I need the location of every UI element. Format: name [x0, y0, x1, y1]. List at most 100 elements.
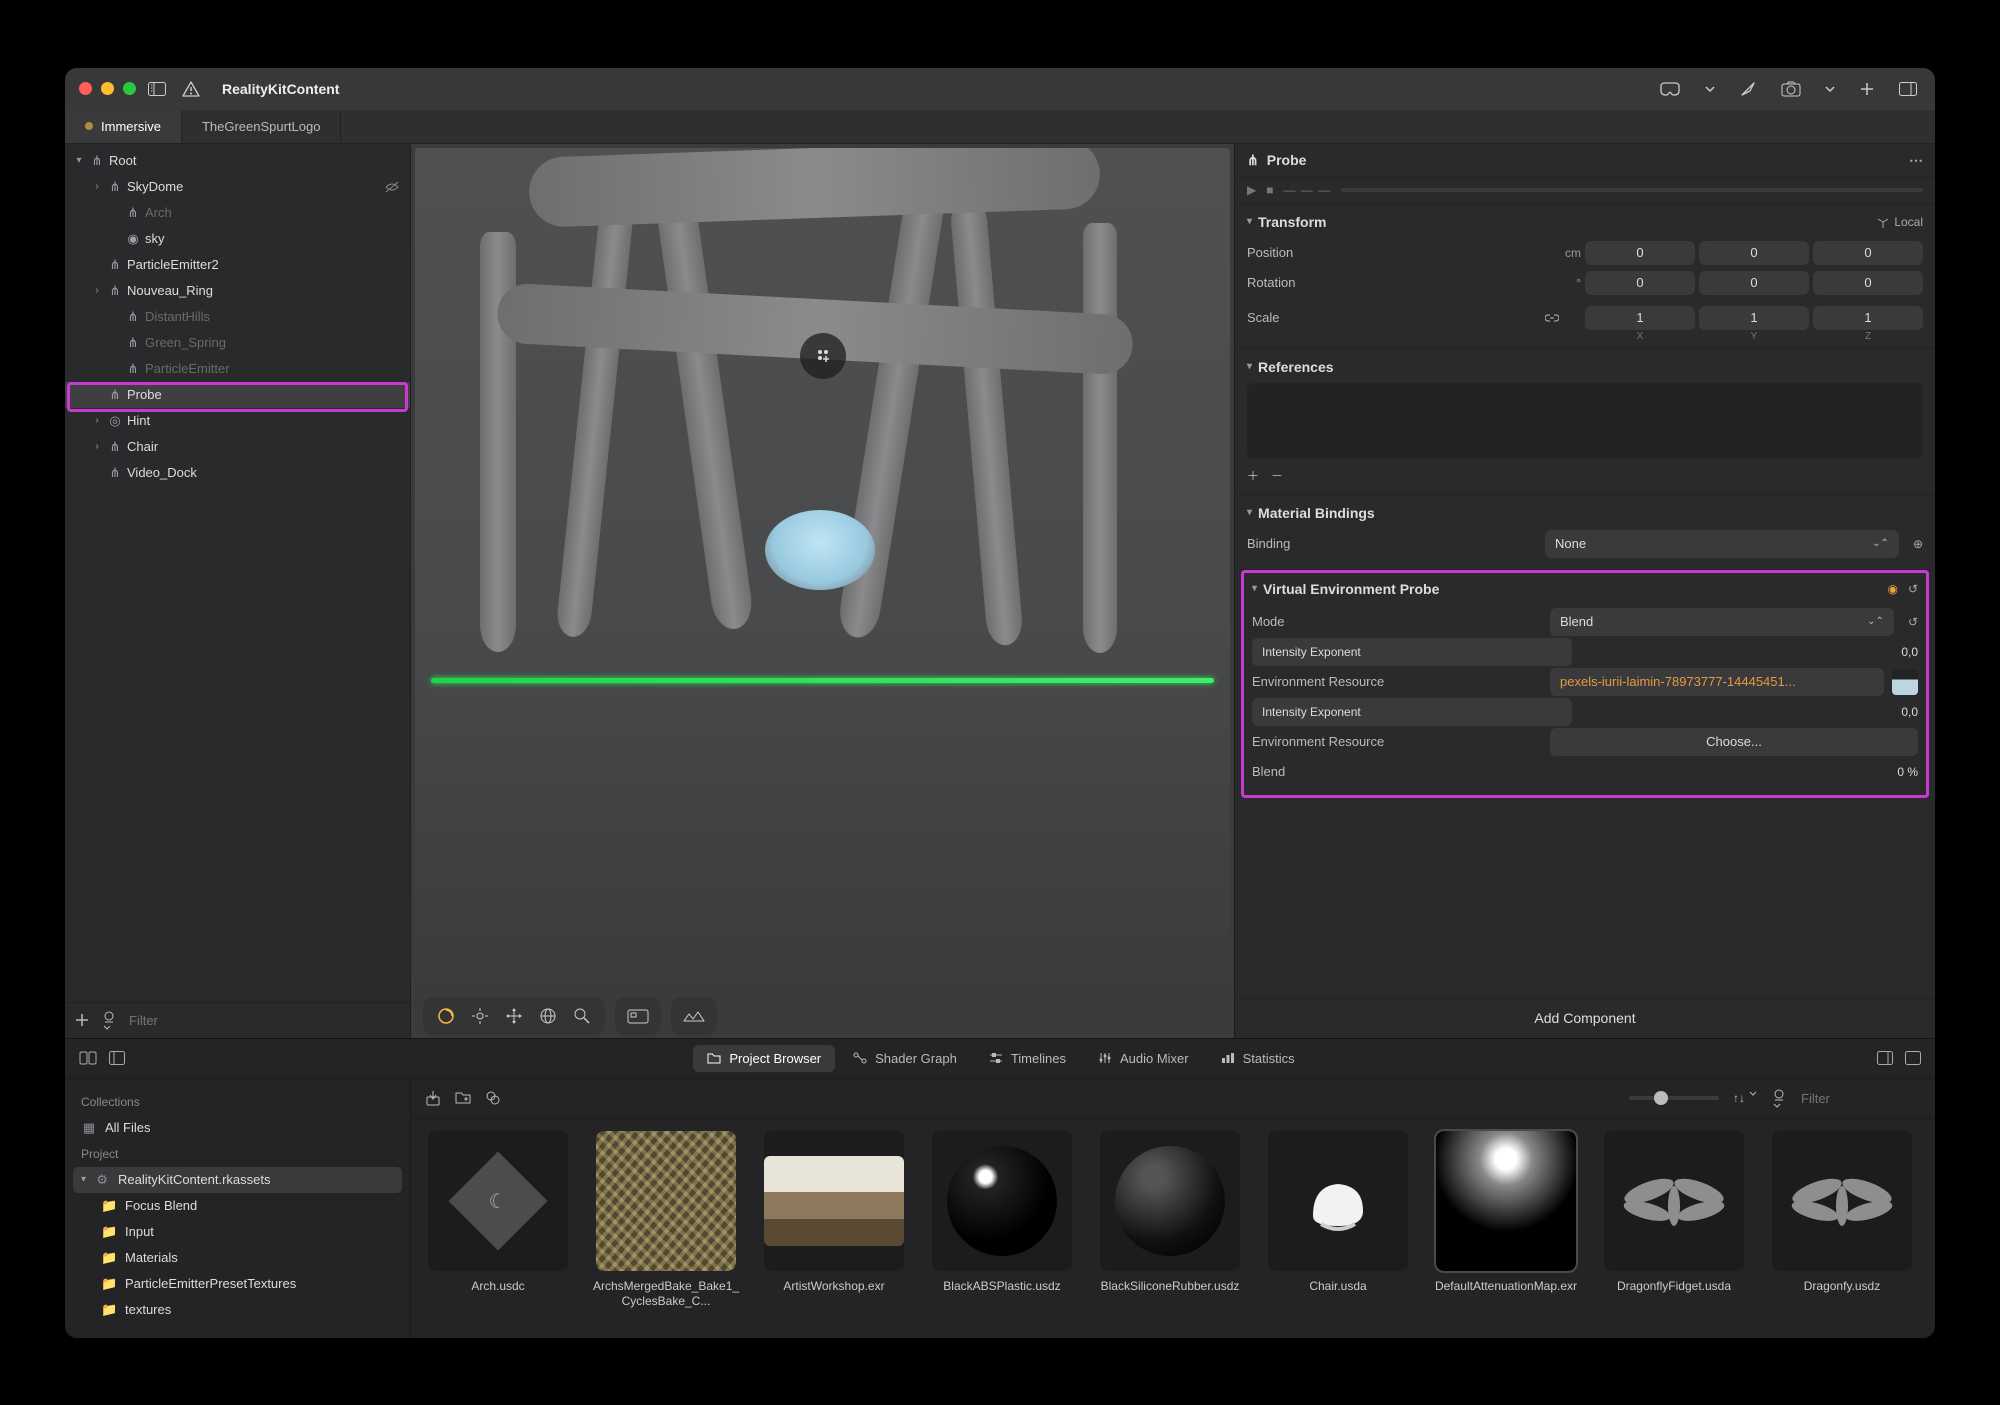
add-component-button[interactable]: Add Component	[1235, 998, 1935, 1038]
asset-item[interactable]: ArtistWorkshop.exr	[759, 1131, 909, 1326]
focus-tool-button[interactable]	[467, 1003, 493, 1029]
sort-button[interactable]: ↑↓	[1733, 1091, 1757, 1105]
folder-item[interactable]: 📁Materials	[73, 1245, 402, 1271]
environment-resource-1-thumbnail[interactable]	[1892, 669, 1918, 695]
viewport-3d[interactable]	[415, 148, 1230, 990]
hierarchy-root[interactable]: ▾⋔Root	[65, 148, 410, 174]
camera-icon[interactable]	[1777, 77, 1805, 101]
asset-thumbnail[interactable]	[596, 1131, 736, 1271]
select-tool-button[interactable]	[433, 1003, 459, 1029]
folder-item[interactable]: 📁Focus Blend	[73, 1193, 402, 1219]
link-icon[interactable]	[1545, 311, 1581, 325]
all-files-item[interactable]: ▦All Files	[73, 1115, 402, 1141]
headset-icon[interactable]	[1655, 78, 1685, 100]
hierarchy-item[interactable]: ⋔ParticleEmitter2	[65, 252, 410, 278]
environment-button[interactable]	[681, 1003, 707, 1029]
dropdown-options-icon[interactable]: ⊕	[1913, 537, 1923, 551]
asset-thumbnail[interactable]	[932, 1131, 1072, 1271]
intensity-exponent-1-value[interactable]: 0,0	[1872, 645, 1918, 659]
asset-thumbnail[interactable]	[764, 1131, 904, 1271]
hidden-icon[interactable]	[384, 180, 400, 194]
disclosure-icon[interactable]: ▾	[1247, 361, 1252, 372]
stop-button[interactable]: ■	[1266, 183, 1273, 197]
vep-mode-select[interactable]: Blend⌄⌃	[1550, 608, 1894, 636]
scene-hierarchy-tree[interactable]: ▾⋔Root ›⋔SkyDome ⋔Arch ◉sky ⋔ParticleEmi…	[65, 144, 410, 1002]
tab-greenspurt[interactable]: TheGreenSpurtLogo	[182, 110, 342, 143]
timeline-track[interactable]	[1341, 188, 1923, 192]
hierarchy-item[interactable]: ◉sky	[65, 226, 410, 252]
close-window-button[interactable]	[79, 82, 92, 95]
hierarchy-item[interactable]: ⋔Arch	[65, 200, 410, 226]
asset-item[interactable]: Dragonfy.usdz	[1767, 1131, 1917, 1326]
sidebar-toggle-button[interactable]	[144, 78, 170, 100]
binding-select[interactable]: None⌄⌃	[1545, 530, 1899, 558]
blend-value[interactable]: 0 %	[1872, 765, 1918, 779]
play-button[interactable]: ▶	[1247, 183, 1256, 197]
asset-grid[interactable]: ☾Arch.usdcArchsMergedBake_Bake1_CyclesBa…	[411, 1119, 1935, 1338]
hierarchy-item-probe[interactable]: ⋔Probe	[65, 382, 410, 408]
environment-resource-2-choose-button[interactable]: Choose...	[1550, 728, 1918, 756]
thumbnail-size-slider[interactable]	[1629, 1096, 1719, 1100]
disclosure-icon[interactable]: ▾	[1252, 583, 1257, 594]
chevron-down-icon[interactable]	[1701, 82, 1719, 96]
asset-thumbnail[interactable]	[1772, 1131, 1912, 1271]
asset-thumbnail[interactable]	[1268, 1131, 1408, 1271]
disclosure-icon[interactable]: ▾	[1247, 216, 1252, 227]
hierarchy-item[interactable]: ›⋔Nouveau_Ring	[65, 278, 410, 304]
intensity-exponent-1-slider[interactable]: Intensity Exponent	[1252, 638, 1572, 666]
add-reference-button[interactable]: ＋	[1247, 467, 1259, 484]
intensity-exponent-2-slider[interactable]: Intensity Exponent	[1252, 698, 1572, 726]
panel-layout-icon[interactable]	[105, 1047, 129, 1069]
add-button[interactable]	[1855, 77, 1879, 101]
asset-item[interactable]: DefaultAttenuationMap.exr	[1431, 1131, 1581, 1326]
asset-item[interactable]: ☾Arch.usdc	[423, 1131, 573, 1326]
collapse-left-icon[interactable]	[75, 1047, 101, 1069]
hierarchy-item[interactable]: ›⋔SkyDome	[65, 174, 410, 200]
asset-filter-input[interactable]	[1801, 1091, 1921, 1106]
new-folder-button[interactable]	[455, 1091, 471, 1105]
zoom-tool-button[interactable]	[569, 1003, 595, 1029]
filter-options-button[interactable]	[101, 1011, 117, 1030]
rotation-x-input[interactable]: 0	[1585, 271, 1695, 295]
move-tool-button[interactable]	[501, 1003, 527, 1029]
tab-shader-graph[interactable]: Shader Graph	[839, 1045, 971, 1072]
asset-thumbnail[interactable]	[1100, 1131, 1240, 1271]
hierarchy-item[interactable]: ⋔DistantHills	[65, 304, 410, 330]
hierarchy-item[interactable]: ›⋔Chair	[65, 434, 410, 460]
more-button[interactable]: ⋯	[1909, 152, 1923, 169]
references-list[interactable]	[1247, 383, 1923, 459]
disclosure-icon[interactable]: ▾	[1247, 507, 1252, 518]
asset-thumbnail[interactable]	[1604, 1131, 1744, 1271]
modified-indicator-icon[interactable]: ◉	[1887, 582, 1897, 596]
tab-immersive[interactable]: Immersive	[65, 110, 182, 143]
environment-resource-1-select[interactable]: pexels-iurii-laimin-78973777-14445451...	[1550, 668, 1884, 696]
asset-item[interactable]: BlackSiliconeRubber.usdz	[1095, 1131, 1245, 1326]
asset-item[interactable]: Chair.usda	[1263, 1131, 1413, 1326]
hierarchy-item[interactable]: ⋔Video_Dock	[65, 460, 410, 486]
viewport-add-button[interactable]	[800, 333, 846, 379]
tab-timelines[interactable]: Timelines	[975, 1045, 1080, 1072]
position-y-input[interactable]: 0	[1699, 241, 1809, 265]
minimize-window-button[interactable]	[101, 82, 114, 95]
coordinate-space-button[interactable]: Local	[1876, 215, 1923, 229]
import-button[interactable]	[425, 1090, 441, 1106]
hierarchy-item[interactable]: ⋔ParticleEmitter	[65, 356, 410, 382]
position-z-input[interactable]: 0	[1813, 241, 1923, 265]
globe-tool-button[interactable]	[535, 1003, 561, 1029]
asset-thumbnail[interactable]	[1436, 1131, 1576, 1271]
inspector-toggle-button[interactable]	[1895, 78, 1921, 100]
tab-project-browser[interactable]: Project Browser	[693, 1045, 835, 1072]
rotation-y-input[interactable]: 0	[1699, 271, 1809, 295]
asset-item[interactable]: BlackABSPlastic.usdz	[927, 1131, 1077, 1326]
add-entity-button[interactable]	[75, 1013, 89, 1027]
remove-reference-button[interactable]: －	[1271, 467, 1283, 484]
panel-layout-right-icon[interactable]	[1873, 1047, 1897, 1069]
snapshot-button[interactable]	[625, 1003, 651, 1029]
reset-field-button[interactable]: ↺	[1908, 615, 1918, 629]
intensity-exponent-2-value[interactable]: 0,0	[1872, 705, 1918, 719]
panel-expand-icon[interactable]	[1901, 1047, 1925, 1069]
hierarchy-filter-input[interactable]	[129, 1013, 400, 1028]
asset-item[interactable]: DragonflyFidget.usda	[1599, 1131, 1749, 1326]
position-x-input[interactable]: 0	[1585, 241, 1695, 265]
project-root-item[interactable]: ▾⚙RealityKitContent.rkassets	[73, 1167, 402, 1193]
